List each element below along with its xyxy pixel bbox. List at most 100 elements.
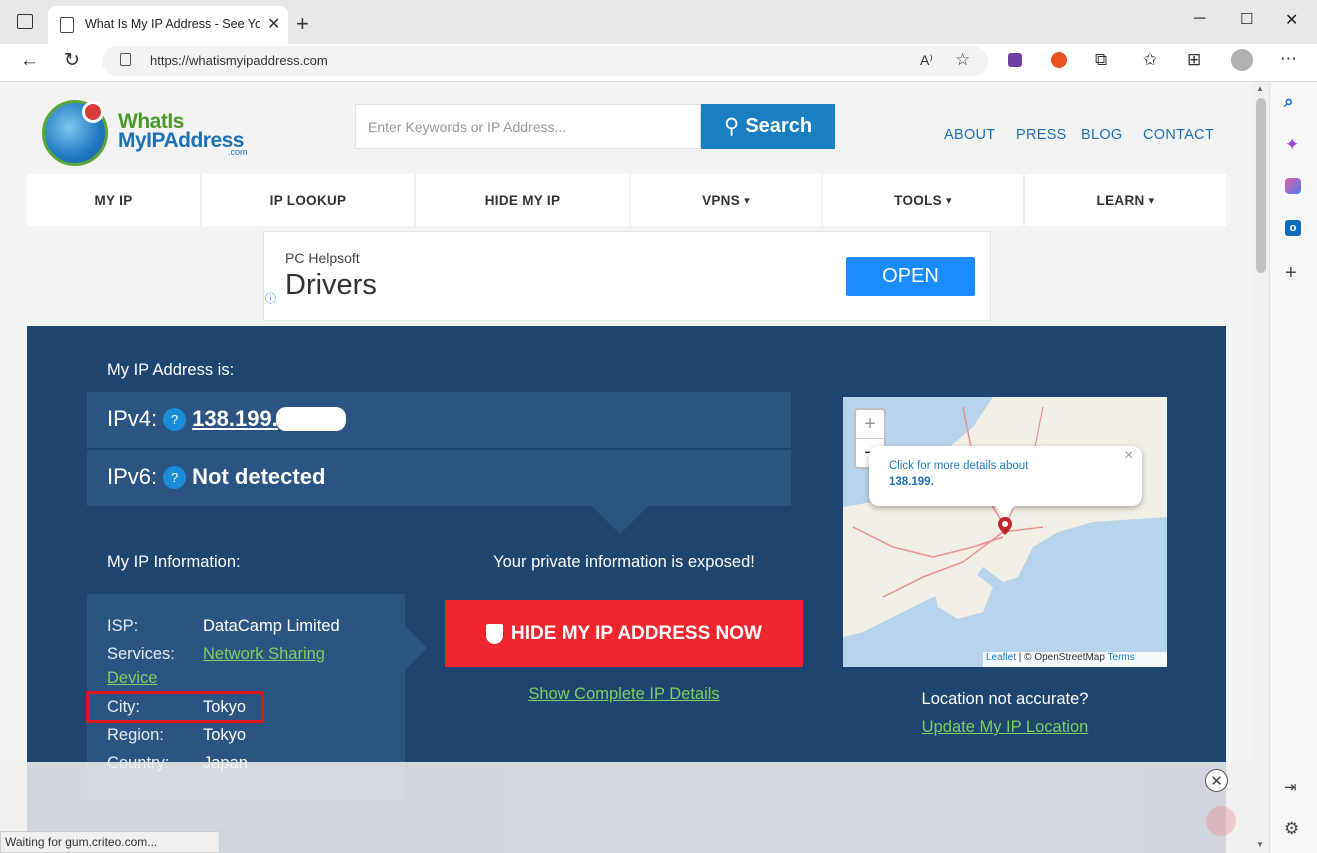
- copilot-icon[interactable]: ✦: [1285, 135, 1299, 155]
- extensions-icon[interactable]: ⧉: [1095, 50, 1107, 70]
- my-ip-heading: My IP Address is:: [107, 361, 235, 379]
- location-question: Location not accurate?: [921, 690, 1089, 708]
- map-attribution: Leaflet | © OpenStreetMap Terms: [983, 652, 1167, 667]
- info-box-pointer: [405, 626, 427, 670]
- ip-box-pointer: [592, 506, 648, 534]
- update-location-link[interactable]: Update My IP Location: [843, 718, 1167, 737]
- chevron-down-icon: ▾: [744, 194, 750, 207]
- minimize-button[interactable]: ─: [1194, 10, 1205, 28]
- profile-icon[interactable]: [1231, 49, 1253, 71]
- nav-label: LEARN: [1096, 192, 1145, 208]
- ipv4-label: IPv4:: [107, 406, 158, 431]
- isp-label: ISP:: [107, 617, 139, 635]
- contact-link[interactable]: CONTACT: [1143, 127, 1214, 143]
- nav-my-ip[interactable]: MY IP: [27, 174, 202, 226]
- office-icon[interactable]: [1285, 178, 1301, 194]
- region-label: Region:: [107, 726, 164, 744]
- ipv4-value[interactable]: 138.199.: [192, 406, 278, 432]
- nav-label: MY IP: [94, 192, 133, 208]
- help-icon[interactable]: ?: [163, 465, 187, 489]
- overlay-close-button[interactable]: ✕: [1205, 769, 1228, 792]
- nav-learn[interactable]: LEARN ▾: [1025, 174, 1226, 226]
- zoom-in-button[interactable]: +: [856, 410, 884, 439]
- favorite-add-icon[interactable]: ☆: [955, 50, 970, 70]
- popup-text[interactable]: Click for more details about: [889, 460, 1028, 472]
- about-link[interactable]: ABOUT: [944, 127, 995, 143]
- scrollbar-thumb[interactable]: [1256, 98, 1266, 273]
- main-nav: MY IP IP LOOKUP HIDE MY IP VPNS ▾ TOOLS …: [27, 174, 1226, 226]
- add-sidebar-app-icon[interactable]: +: [1285, 262, 1297, 285]
- nav-ip-lookup[interactable]: IP LOOKUP: [202, 174, 416, 226]
- location-map[interactable]: [843, 397, 1167, 667]
- popup-ip[interactable]: 138.199.: [889, 476, 934, 488]
- close-window-button[interactable]: ✕: [1285, 10, 1298, 30]
- new-tab-button[interactable]: +: [296, 11, 309, 37]
- ad-info-icon[interactable]: ⓘ: [265, 290, 276, 306]
- outlook-icon[interactable]: o: [1285, 220, 1301, 236]
- search-button-label: Search: [745, 115, 813, 137]
- hide-ip-button[interactable]: HIDE MY IP ADDRESS NOW: [445, 600, 803, 667]
- search-input[interactable]: Enter Keywords or IP Address...: [355, 104, 701, 149]
- ad-title[interactable]: Drivers: [285, 269, 377, 302]
- chevron-down-icon: ▾: [1148, 194, 1155, 207]
- nav-label: TOOLS: [894, 192, 942, 208]
- popup-close-button[interactable]: ×: [1124, 447, 1133, 465]
- logo-text-com: .com: [228, 147, 248, 157]
- chevron-down-icon: ▾: [946, 194, 952, 207]
- redaction-mark: [275, 407, 346, 431]
- ipv6-line: IPv6: ? Not detected: [107, 464, 325, 490]
- extension-icon[interactable]: [1051, 52, 1067, 68]
- scroll-up-icon[interactable]: ▲: [1256, 84, 1264, 93]
- location-pin-icon[interactable]: [998, 517, 1012, 535]
- services-label: Services:: [107, 645, 175, 663]
- leaflet-link[interactable]: Leaflet: [986, 652, 1016, 663]
- nav-vpns[interactable]: VPNS ▾: [631, 174, 823, 226]
- nav-tools[interactable]: TOOLS ▾: [823, 174, 1025, 226]
- press-link[interactable]: PRESS: [1016, 127, 1067, 143]
- back-icon[interactable]: ←: [20, 50, 39, 72]
- nav-label: IP LOOKUP: [269, 192, 347, 208]
- browser-tab[interactable]: What Is My IP Address - See Your ✕: [48, 6, 288, 44]
- tab-actions-icon[interactable]: [17, 14, 33, 29]
- search-icon: ⚲: [723, 115, 740, 138]
- search-icon[interactable]: ⌕: [1284, 92, 1294, 112]
- help-icon[interactable]: ?: [163, 407, 187, 431]
- lock-icon[interactable]: [120, 53, 131, 66]
- sidebar-settings-icon[interactable]: ⚙: [1284, 819, 1299, 839]
- nav-hide-my-ip[interactable]: HIDE MY IP: [416, 174, 631, 226]
- attribution-text: | © OpenStreetMap: [1016, 652, 1108, 663]
- services-value-link[interactable]: Network Sharing: [203, 645, 325, 664]
- ipv6-label: IPv6:: [107, 464, 158, 489]
- ad-brand[interactable]: PC Helpsoft: [285, 250, 360, 266]
- logo-text-myipaddress[interactable]: MyIPAddress: [118, 129, 245, 153]
- show-details-link[interactable]: Show Complete IP Details: [445, 685, 803, 704]
- ip-info-heading: My IP Information:: [107, 553, 241, 571]
- popup-tip: [993, 504, 1017, 516]
- blog-link[interactable]: BLOG: [1081, 127, 1123, 143]
- more-icon[interactable]: ⋯: [1280, 49, 1297, 69]
- favorites-icon[interactable]: ✩: [1143, 50, 1157, 70]
- map-popup: Click for more details about 138.199. ×: [869, 446, 1142, 506]
- ipv4-line: IPv4: ? 138.199.: [107, 406, 346, 432]
- hide-ip-button-label: HIDE MY IP ADDRESS NOW: [511, 622, 762, 644]
- read-aloud-icon[interactable]: A⁾: [920, 52, 933, 69]
- nav-label: HIDE MY IP: [484, 192, 561, 208]
- extension-icon[interactable]: [1008, 53, 1022, 67]
- chat-icon[interactable]: [1206, 806, 1236, 836]
- terms-link[interactable]: Terms: [1108, 652, 1135, 663]
- maximize-button[interactable]: ☐: [1240, 10, 1253, 28]
- logo-pin-icon: [82, 101, 104, 123]
- region-value: Tokyo: [203, 726, 247, 744]
- collections-icon[interactable]: ⊞: [1187, 50, 1201, 70]
- page-favicon-icon: [60, 17, 74, 33]
- tab-close-icon[interactable]: ✕: [267, 14, 280, 34]
- refresh-icon[interactable]: ↻: [64, 49, 80, 72]
- url-text[interactable]: https://whatismyipaddress.com: [150, 53, 328, 68]
- services-value-link-cont[interactable]: Device: [107, 669, 157, 688]
- scroll-down-icon[interactable]: ▼: [1256, 840, 1264, 849]
- status-bar: Waiting for gum.criteo.com...: [0, 831, 220, 853]
- ad-open-button[interactable]: OPEN: [846, 257, 975, 296]
- hide-sidebar-icon[interactable]: ⇥: [1284, 778, 1297, 796]
- shield-icon: [486, 623, 504, 644]
- search-button[interactable]: ⚲ Search: [701, 104, 835, 149]
